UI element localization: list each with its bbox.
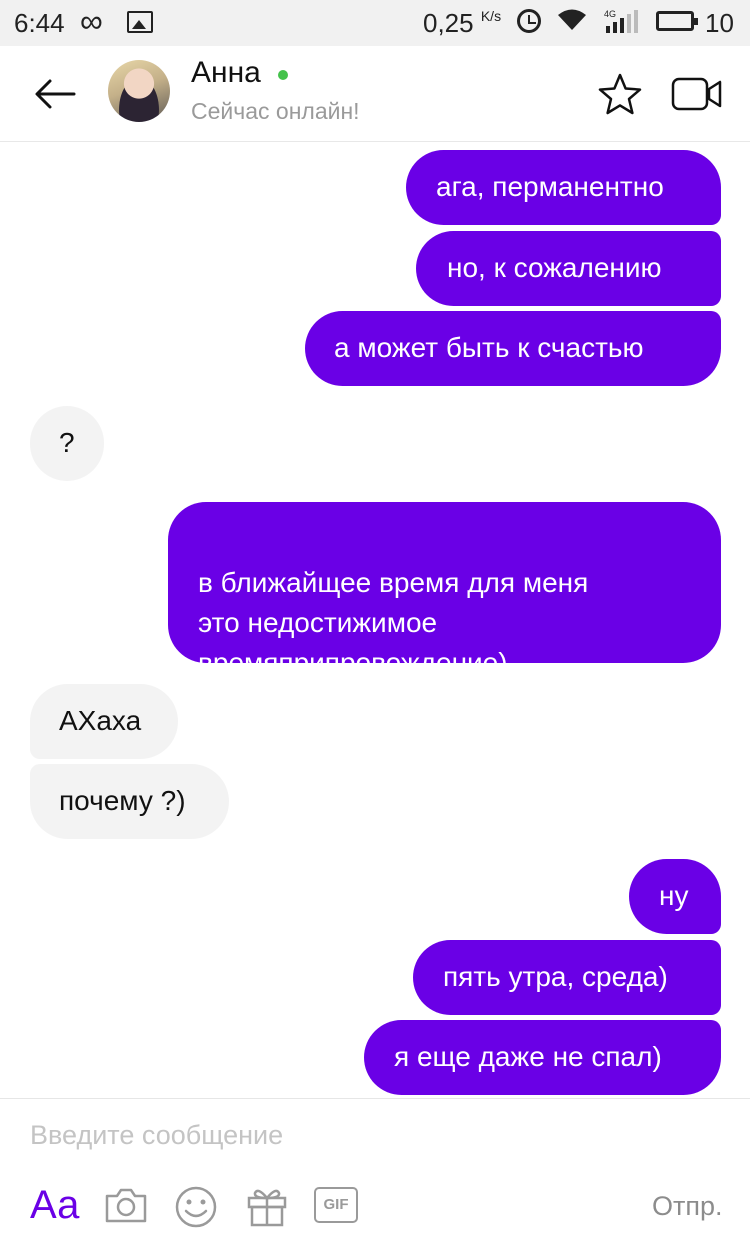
camera-icon[interactable] — [103, 1185, 149, 1225]
message-text: АХаха — [59, 705, 142, 736]
message-bubble-incoming[interactable]: почему ?) — [30, 764, 229, 839]
status-time: 6:44 — [14, 8, 65, 38]
gift-icon[interactable] — [246, 1185, 288, 1227]
alarm-icon — [517, 9, 541, 33]
message-text: ? — [59, 427, 75, 458]
message-text: но, к сожалению — [447, 252, 662, 283]
status-bar: 6:44 ∞ 0,25 K/s 4G 10 — [0, 0, 750, 46]
infinity-icon: ∞ — [80, 3, 103, 39]
gif-label: GIF — [323, 1196, 349, 1213]
message-text: пять утра, среда) — [443, 961, 668, 992]
network-speed: 0,25 K/s — [423, 8, 502, 38]
contact-name[interactable]: Анна — [191, 56, 261, 90]
star-icon[interactable] — [597, 72, 643, 116]
message-bubble-incoming[interactable]: АХаха — [30, 684, 178, 759]
message-text: ага, перманентно — [436, 171, 664, 202]
message-bubble-outgoing[interactable]: ага, перманентно — [406, 150, 721, 225]
message-bubble-outgoing[interactable]: а может быть к счастью — [305, 311, 721, 386]
image-notification-icon — [127, 11, 153, 33]
wifi-icon — [558, 9, 586, 30]
svg-text:4G: 4G — [604, 9, 616, 19]
message-composer: Аа GIF Отпр. — [0, 1098, 750, 1251]
message-input[interactable] — [30, 1115, 630, 1155]
contact-status: Сейчас онлайн! — [191, 98, 360, 124]
battery-icon — [656, 11, 698, 31]
online-indicator — [278, 70, 288, 80]
back-arrow-icon[interactable] — [30, 74, 78, 114]
message-bubble-incoming[interactable]: ? — [30, 406, 104, 481]
chat-header: Анна Сейчас онлайн! — [0, 46, 750, 142]
contact-avatar[interactable] — [108, 60, 170, 122]
send-button[interactable]: Отпр. — [652, 1191, 723, 1222]
text-format-button[interactable]: Аа — [30, 1183, 79, 1228]
message-text: ну — [659, 880, 689, 911]
message-text: в ближайщее время для меня это недостижи… — [198, 567, 589, 678]
message-text: а может быть к счастью — [334, 332, 644, 363]
message-text: я еще даже не спал) — [394, 1041, 662, 1072]
video-camera-icon[interactable] — [671, 76, 723, 112]
signal-icon: 4G — [604, 9, 638, 33]
message-bubble-outgoing[interactable]: в ближайщее время для меня это недостижи… — [168, 502, 721, 678]
smiley-icon[interactable] — [174, 1185, 218, 1229]
battery-level: 10 — [705, 8, 734, 38]
message-bubble-outgoing[interactable]: я еще даже не спал) — [364, 1020, 721, 1095]
message-text: почему ?) — [59, 785, 186, 816]
message-bubble-outgoing[interactable]: пять утра, среда) — [413, 940, 721, 1015]
message-bubble-outgoing[interactable]: ну — [629, 859, 721, 934]
gif-icon[interactable]: GIF — [314, 1187, 358, 1223]
message-bubble-outgoing[interactable]: но, к сожалению — [416, 231, 721, 306]
